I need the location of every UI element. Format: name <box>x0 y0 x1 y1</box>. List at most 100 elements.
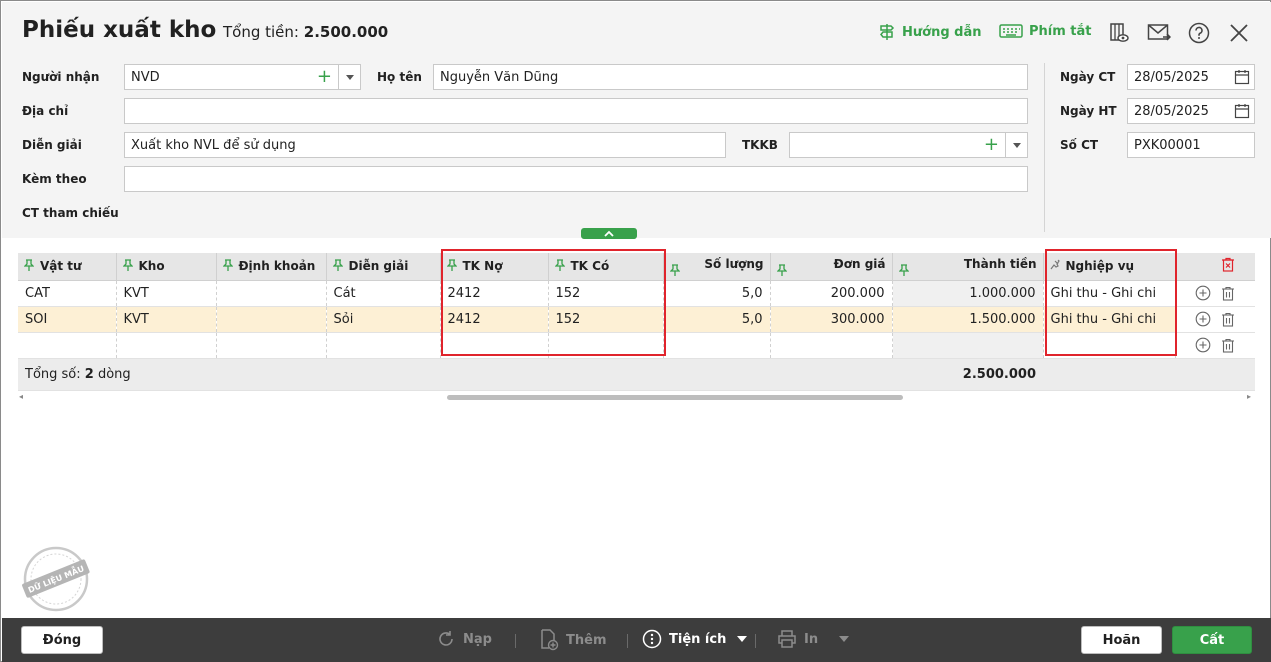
utility-menu[interactable]: Tiện ích <box>642 629 748 649</box>
reload-icon <box>439 631 453 646</box>
cell-debit-account[interactable]: 2412 <box>440 306 549 333</box>
trash-icon[interactable] <box>1221 312 1235 327</box>
pin-icon[interactable] <box>554 259 565 272</box>
col-header-entry[interactable]: Định khoản <box>216 253 327 281</box>
pin-icon[interactable] <box>1050 259 1060 271</box>
col-header-warehouse[interactable]: Kho <box>116 253 217 281</box>
table-row[interactable]: CAT KVT Cát 2412 152 5,0 200.000 1.000.0… <box>18 280 1255 307</box>
add-receiver-icon[interactable]: + <box>317 66 332 88</box>
email-icon[interactable] <box>1147 21 1171 45</box>
col-header-description[interactable]: Diễn giải <box>326 253 441 281</box>
cell-unit-price[interactable]: 300.000 <box>770 306 893 333</box>
cell-quantity[interactable]: 5,0 <box>663 280 771 307</box>
cell-quantity[interactable]: 5,0 <box>663 306 771 333</box>
pin-icon[interactable] <box>898 264 909 276</box>
col-header-quantity[interactable]: Số lượng <box>663 253 771 281</box>
cancel-button[interactable]: Hoãn <box>1081 626 1162 654</box>
view-icon[interactable] <box>1107 21 1131 45</box>
shortcut-link[interactable]: Phím tắt <box>999 23 1092 39</box>
pin-icon[interactable] <box>669 264 680 276</box>
chevron-down-icon <box>737 636 748 642</box>
col-header-amount[interactable]: Thành tiền <box>892 253 1044 281</box>
pin-icon[interactable] <box>222 259 233 272</box>
pin-icon[interactable] <box>776 264 787 276</box>
attach-field[interactable] <box>124 166 1028 192</box>
tkkb-dropdown[interactable] <box>1005 133 1027 157</box>
delete-all-icon[interactable] <box>1221 257 1235 272</box>
pin-icon[interactable] <box>24 259 34 272</box>
cell-entry[interactable] <box>216 280 327 307</box>
cell-empty[interactable] <box>216 332 327 359</box>
cell-amount[interactable]: 1.000.000 <box>892 280 1044 307</box>
cell-empty[interactable] <box>663 332 771 359</box>
cell-empty[interactable] <box>892 332 1044 359</box>
printer-icon <box>778 630 796 648</box>
col-header-material[interactable]: Vật tư <box>18 253 117 281</box>
cell-empty[interactable] <box>1043 332 1176 359</box>
cell-description[interactable]: Cát <box>326 280 441 307</box>
cell-description[interactable]: Sỏi <box>326 306 441 333</box>
ct-date-field[interactable]: 28/05/2025 <box>1127 64 1255 90</box>
scroll-right-arrow[interactable]: ▸ <box>1247 392 1251 401</box>
add-row-icon[interactable] <box>1195 285 1211 301</box>
cell-empty[interactable] <box>326 332 441 359</box>
print-button[interactable]: In <box>777 629 850 649</box>
cell-credit-account[interactable]: 152 <box>548 280 664 307</box>
receiver-dropdown[interactable] <box>338 65 360 89</box>
description-field[interactable]: Xuất kho NVL để sử dụng <box>124 132 726 158</box>
cell-debit-account[interactable]: 2412 <box>440 280 549 307</box>
help-icon[interactable] <box>1187 21 1211 45</box>
table-row-empty[interactable] <box>18 332 1255 359</box>
pin-icon[interactable] <box>332 259 343 272</box>
scroll-left-arrow[interactable]: ◂ <box>19 392 23 401</box>
tkkb-label: TKKB <box>742 138 778 152</box>
cell-empty[interactable] <box>116 332 217 359</box>
cell-warehouse[interactable]: KVT <box>116 280 217 307</box>
pin-icon[interactable] <box>122 259 133 272</box>
add-tkkb-icon[interactable]: + <box>984 134 999 156</box>
add-row-icon[interactable] <box>1195 311 1211 327</box>
trash-icon[interactable] <box>1221 338 1235 353</box>
toolbar-separator <box>755 634 756 648</box>
close-icon[interactable] <box>1227 21 1251 45</box>
cell-amount[interactable]: 1.500.000 <box>892 306 1044 333</box>
guide-link[interactable]: Hướng dẫn <box>878 23 982 41</box>
cell-unit-price[interactable]: 200.000 <box>770 280 893 307</box>
reload-button[interactable]: Nạp <box>436 629 492 649</box>
calendar-icon[interactable] <box>1234 103 1250 119</box>
footer-toolbar: Đóng Nạp Thêm Tiện ích In Hoãn Cất <box>2 618 1271 662</box>
collapse-header-button[interactable] <box>581 228 637 239</box>
cell-empty[interactable] <box>770 332 893 359</box>
col-header-credit-account[interactable]: TK Có <box>548 253 664 281</box>
tkkb-combo[interactable]: + <box>789 132 1028 158</box>
add-row-icon[interactable] <box>1195 337 1211 353</box>
table-row[interactable]: SOI KVT Sỏi 2412 152 5,0 300.000 1.500.0… <box>18 306 1255 333</box>
cell-entry[interactable] <box>216 306 327 333</box>
cell-empty[interactable] <box>548 332 664 359</box>
cell-empty[interactable] <box>440 332 549 359</box>
cell-credit-account[interactable]: 152 <box>548 306 664 333</box>
col-header-operation[interactable]: Nghiệp vụ <box>1043 253 1176 281</box>
pin-icon[interactable] <box>446 259 457 272</box>
ht-date-field[interactable]: 28/05/2025 <box>1127 98 1255 124</box>
receiver-combo[interactable]: NVD + <box>124 64 361 90</box>
add-button[interactable]: Thêm <box>539 629 607 651</box>
col-header-unit-price[interactable]: Đơn giá <box>770 253 893 281</box>
col-header-debit-account[interactable]: TK Nợ <box>440 253 549 281</box>
fullname-field[interactable]: Nguyễn Văn Dũng <box>433 64 1028 90</box>
cell-material[interactable]: SOI <box>18 306 117 333</box>
horizontal-scrollbar[interactable] <box>447 395 903 400</box>
calendar-icon[interactable] <box>1234 69 1250 85</box>
grid-header: Vật tư Kho Định khoản Diễn giải TK Nợ TK… <box>18 253 1255 281</box>
ht-date-value: 28/05/2025 <box>1134 104 1209 119</box>
cell-empty[interactable] <box>18 332 117 359</box>
trash-icon[interactable] <box>1221 286 1235 301</box>
cell-material[interactable]: CAT <box>18 280 117 307</box>
cell-operation[interactable]: Ghi thu - Ghi chi <box>1043 306 1176 333</box>
address-field[interactable] <box>124 98 1028 124</box>
cell-warehouse[interactable]: KVT <box>116 306 217 333</box>
cell-operation[interactable]: Ghi thu - Ghi chi <box>1043 280 1176 307</box>
doc-no-field[interactable]: PXK00001 <box>1127 132 1255 158</box>
save-button[interactable]: Cất <box>1172 626 1252 654</box>
close-button[interactable]: Đóng <box>21 626 103 654</box>
